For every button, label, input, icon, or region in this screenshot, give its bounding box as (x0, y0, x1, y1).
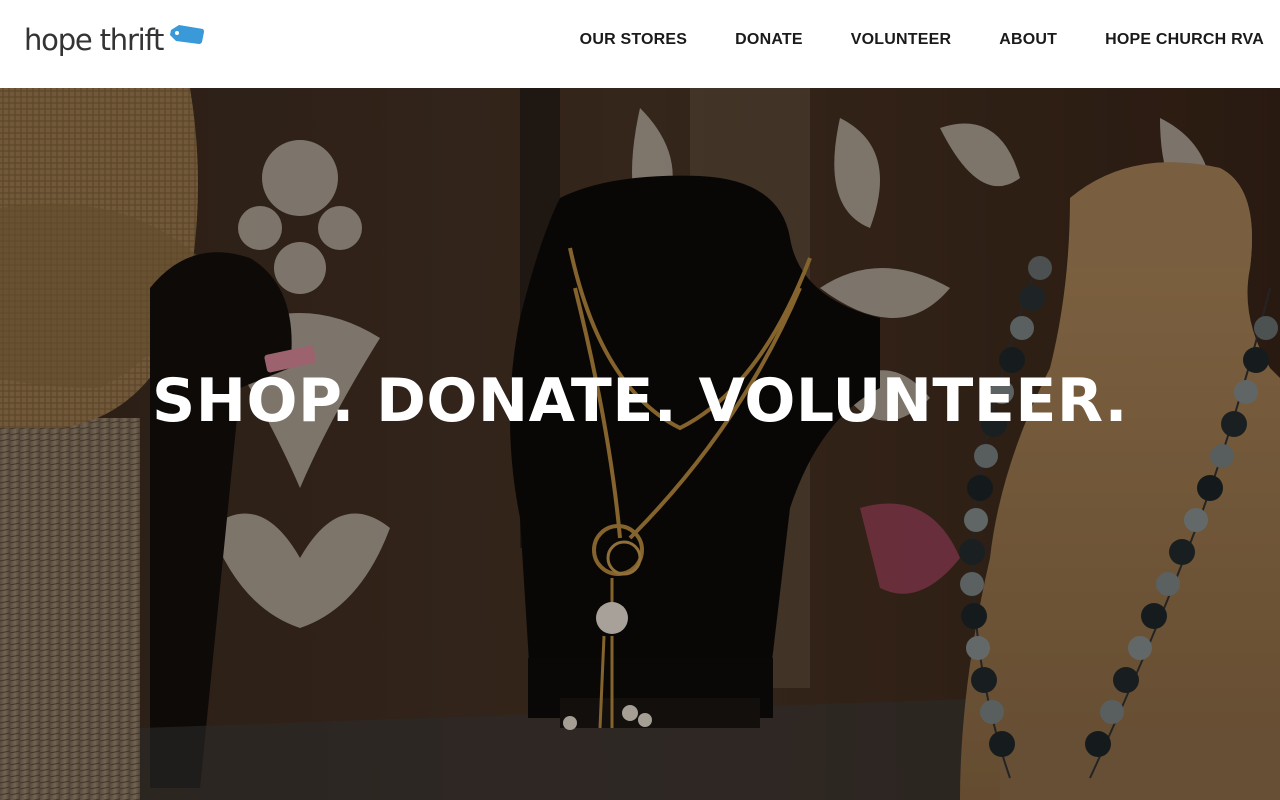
hero-headline: SHOP. DONATE. VOLUNTEER. (152, 366, 1128, 436)
site-logo[interactable]: hope thrift (24, 22, 205, 58)
logo-text: hope thrift (24, 23, 164, 57)
nav-our-stores[interactable]: OUR STORES (580, 31, 688, 49)
nav-about[interactable]: ABOUT (999, 31, 1057, 49)
main-nav: OUR STORES DONATE VOLUNTEER ABOUT HOPE C… (532, 0, 1264, 80)
nav-volunteer[interactable]: VOLUNTEER (851, 31, 951, 49)
nav-donate[interactable]: DONATE (735, 31, 803, 49)
hero-banner: SHOP. DONATE. VOLUNTEER. (0, 88, 1280, 800)
price-tag-icon (169, 24, 205, 51)
hero-background-image (0, 88, 1280, 800)
site-header: hope thrift OUR STORES DONATE VOLUNTEER … (0, 0, 1280, 88)
nav-hope-church-rva[interactable]: HOPE CHURCH RVA (1105, 31, 1264, 49)
